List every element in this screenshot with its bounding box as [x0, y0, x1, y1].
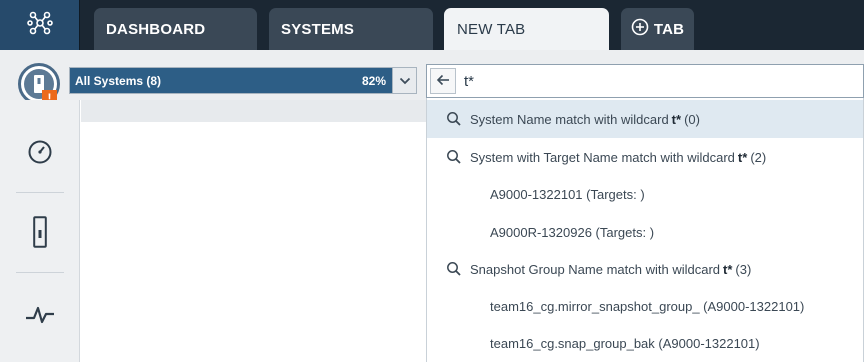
result-term: t*: [671, 111, 682, 127]
tab-systems[interactable]: SYSTEMS: [269, 8, 433, 50]
sidebar-item-dashboard[interactable]: [0, 116, 80, 192]
search-input[interactable]: [464, 72, 844, 90]
sidebar-divider: [16, 192, 64, 193]
result-prefix: Snapshot Group Name match with wildcard: [470, 261, 721, 277]
search-box: [426, 64, 864, 98]
search-result-system-name[interactable]: System Name match with wildcard t* (0): [427, 100, 863, 138]
magnifier-icon: [446, 149, 462, 165]
tab-label: NEW TAB: [457, 20, 526, 38]
sidebar-divider: [16, 272, 64, 273]
result-count: (3): [735, 261, 752, 277]
search-results-dropdown: System Name match with wildcard t* (0) S…: [426, 98, 864, 362]
filter-progress-fill: All Systems (8) 82%: [70, 68, 392, 93]
search-result-item[interactable]: A9000-1322101 (Targets: ): [427, 175, 863, 213]
result-count: (2): [750, 149, 767, 165]
content-header-strip: [81, 100, 426, 122]
tab-new-tab[interactable]: NEW TAB: [444, 8, 609, 50]
search-result-item[interactable]: team16_cg.snap_group_bak (A9000-1322101): [427, 324, 863, 362]
search-result-target-name[interactable]: System with Target Name match with wildc…: [427, 138, 863, 176]
result-item-text: team16_cg.mirror_snapshot_group_ (A9000-…: [490, 298, 805, 314]
pulse-icon: [25, 303, 55, 330]
sidebar-item-monitoring[interactable]: [0, 278, 80, 354]
sidebar-item-systems[interactable]: [0, 196, 80, 272]
tab-dashboard[interactable]: DASHBOARD: [94, 8, 257, 50]
main-content-area: [81, 100, 426, 362]
back-button[interactable]: [430, 68, 456, 94]
filter-percent: 82%: [361, 73, 386, 88]
result-term: t*: [723, 261, 733, 277]
search-result-snapshot-group[interactable]: Snapshot Group Name match with wildcard …: [427, 250, 863, 288]
result-item-text: A9000-1322101 (Targets: ): [490, 186, 645, 202]
gauge-icon: [27, 139, 53, 170]
network-nodes-icon: [26, 10, 53, 41]
top-bar: DASHBOARD SYSTEMS NEW TAB TAB: [0, 0, 864, 50]
result-item-text: A9000R-1320926 (Targets: ): [490, 224, 655, 240]
app-logo[interactable]: [0, 0, 80, 50]
magnifier-icon: [446, 111, 462, 127]
chevron-down-icon[interactable]: [392, 68, 416, 93]
tab-label: SYSTEMS: [281, 20, 355, 38]
plus-circle-icon: [631, 18, 649, 40]
result-prefix: System Name match with wildcard: [470, 111, 669, 127]
search-result-item[interactable]: team16_cg.mirror_snapshot_group_ (A9000-…: [427, 287, 863, 325]
result-count: (0): [684, 111, 700, 127]
systems-filter-select[interactable]: All Systems (8) 82%: [69, 67, 417, 94]
arrow-left-icon: [436, 73, 450, 90]
filter-label: All Systems (8): [75, 73, 162, 88]
search-result-item[interactable]: A9000R-1320926 (Targets: ): [427, 213, 863, 251]
left-sidebar: [0, 100, 80, 362]
add-tab-button[interactable]: TAB: [621, 8, 694, 50]
tab-label: TAB: [653, 20, 685, 38]
tab-label: DASHBOARD: [106, 20, 206, 38]
result-prefix: System with Target Name match with wildc…: [470, 149, 735, 165]
result-item-text: team16_cg.snap_group_bak (A9000-1322101): [490, 335, 760, 351]
result-term: t*: [737, 149, 748, 165]
magnifier-icon: [446, 261, 462, 277]
storage-system-icon: [33, 215, 47, 253]
